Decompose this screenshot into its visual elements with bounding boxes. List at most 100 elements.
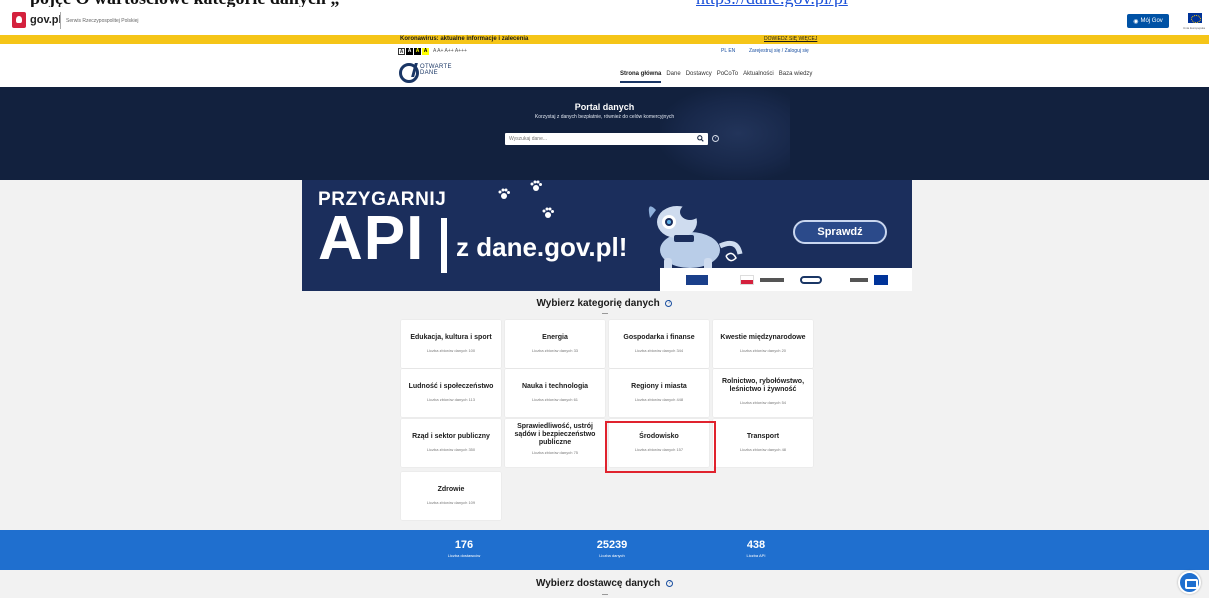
contrast-black-white-button[interactable]: A (406, 48, 413, 55)
page: pojęć Ó wartościowe kategorie danych „ h… (0, 0, 1209, 598)
category-count: Liczba zbiorów danych 75 (531, 450, 579, 455)
divider (60, 12, 61, 29)
stat-value: 438 (746, 539, 766, 551)
category-name: Gospodarka i finanse (623, 334, 695, 341)
otwarte-dane-logo[interactable]: OTWARTE DANE (399, 63, 452, 83)
category-count: Liczba zbiorów danych 109 (426, 500, 476, 505)
alert-bar: Koronawirus: aktualne informacje i zalec… (0, 35, 1209, 44)
category-tile[interactable]: Regiony i miasta Liczba zbiorów danych 4… (609, 369, 709, 417)
categories-heading-text: Wybierz kategorię danych (536, 298, 660, 309)
contrast-black-yellow-button[interactable]: A (414, 48, 421, 55)
category-tile[interactable]: Edukacja, kultura i sport Liczba zbiorów… (401, 320, 501, 368)
heading-underline (602, 594, 608, 595)
category-tile[interactable]: Rolnictwo, rybołówstwo, leśnictwo i żywn… (713, 369, 813, 417)
search-box (505, 133, 708, 145)
nav-home[interactable]: Strona główna (620, 71, 662, 83)
portal-header: A A A A A A+ A++ A+++ PL EN Zarejestruj … (0, 44, 1209, 87)
alert-text: Koronawirus: aktualne informacje i zalec… (400, 36, 529, 42)
banner-divider (441, 218, 447, 273)
eu-caption: Unia Europejska (1183, 26, 1206, 30)
font-size-controls[interactable]: A A+ A++ A+++ (433, 48, 467, 54)
category-tile[interactable]: Gospodarka i finanse Liczba zbiorów dany… (609, 320, 709, 368)
hero-subtitle: Korzystaj z danych bezpłatnie, również d… (534, 114, 675, 120)
main-nav: Strona główna Dane Dostawcy PoCoTo Aktua… (620, 71, 813, 83)
gov-logo-text: gov.pl (30, 14, 62, 26)
alert-link[interactable]: DOWIEDZ SIĘ WIĘCEJ (764, 36, 817, 42)
category-tile[interactable]: Nauka i technologia Liczba zbiorów danyc… (505, 369, 605, 417)
category-name: Edukacja, kultura i sport (410, 334, 492, 341)
banner-domain: z dane.gov.pl! (456, 232, 628, 262)
category-name: Kwestie międzynarodowe (720, 334, 806, 341)
category-count: Liczba zbiorów danych 48 (739, 447, 787, 452)
banner-cta-button[interactable]: Sprawdź (793, 220, 887, 244)
category-count: Liczba zbiorów danych 448 (634, 397, 684, 402)
nav-data[interactable]: Dane (666, 71, 680, 77)
category-count: Liczba zbiorów danych 61 (531, 397, 579, 402)
chatbot-icon[interactable] (1178, 571, 1201, 594)
paw-icon (542, 207, 554, 218)
register-link[interactable]: Zarejestruj się (749, 48, 780, 54)
category-name: Energia (542, 334, 568, 341)
category-tile[interactable]: Środowisko Liczba zbiorów danych 157 (609, 419, 709, 467)
search-help-icon[interactable]: ? (712, 135, 719, 142)
banner-api-text: API (318, 204, 425, 273)
stat-label: Liczba danych (599, 553, 625, 558)
category-tile[interactable]: Transport Liczba zbiorów danych 48 (713, 419, 813, 467)
providers-heading: Wybierz dostawcę danych ? (0, 578, 1209, 589)
category-tile[interactable]: Rząd i sektor publiczny Liczba zbiorów d… (401, 419, 501, 467)
providers-heading-text: Wybierz dostawcę danych (535, 578, 661, 589)
category-name: Ludność i społeczeństwo (408, 383, 494, 390)
eu-funds-logo (686, 275, 708, 285)
contrast-yellow-black-button[interactable]: A (422, 48, 429, 55)
paw-icon (530, 180, 542, 191)
eu-flag-small-logo (874, 275, 888, 285)
logo-line2: DANE (420, 70, 438, 76)
nav-news[interactable]: Aktualności (743, 71, 774, 77)
categories-heading: Wybierz kategorię danych ? (0, 298, 1209, 309)
gov-service-text: Serwis Rzeczypospolitej Polskiej (66, 18, 139, 24)
category-count: Liczba zbiorów danych 113 (427, 397, 475, 402)
category-tile[interactable]: Sprawiedliwość, ustrój sądów i bezpiecze… (505, 419, 605, 467)
categories-help-icon[interactable]: ? (665, 299, 673, 307)
nav-providers[interactable]: Dostawcy (686, 71, 712, 77)
category-tile[interactable]: Kwestie międzynarodowe Liczba zbiorów da… (713, 320, 813, 368)
auth-links: Zarejestruj się / Zaloguj się (749, 48, 809, 54)
mojgov-label: Mój Gov (1140, 18, 1163, 24)
dog-mascot-illustration (648, 204, 743, 272)
stat-providers[interactable]: 176 Liczba dostawców (414, 539, 514, 558)
nav-knowledge-base[interactable]: Baza wiedzy (779, 71, 813, 77)
category-tile[interactable]: Ludność i społeczeństwo Liczba zbiorów d… (401, 369, 501, 417)
gov-logo[interactable]: gov.pl (12, 12, 62, 28)
api-promo-banner[interactable]: PRZYGARNIJ API z dane.gov.pl! Sprawdź (302, 180, 912, 291)
language-switch[interactable]: PL EN (721, 48, 735, 54)
stat-api[interactable]: 438 Liczba API (706, 539, 806, 558)
category-count: Liczba zbiorów danych 54 (739, 400, 787, 405)
login-link[interactable]: Zaloguj się (785, 48, 809, 54)
stat-datasets[interactable]: 25239 Liczba danych (562, 539, 662, 558)
category-tile[interactable]: Energia Liczba zbiorów danych 33 (505, 320, 605, 368)
search-input[interactable] (509, 135, 689, 143)
search-icon[interactable] (697, 135, 704, 142)
category-name: Środowisko (639, 433, 679, 440)
heading-underline (602, 313, 608, 314)
category-name: Regiony i miasta (631, 383, 687, 390)
stat-value: 176 (454, 539, 474, 551)
providers-help-icon[interactable]: ? (666, 579, 674, 587)
category-tile[interactable]: Zdrowie Liczba zbiorów danych 109 (401, 472, 501, 520)
category-name: Rolnictwo, rybołówstwo, leśnictwo i żywn… (721, 378, 805, 393)
gov-top-bar: gov.pl Serwis Rzeczypospolitej Polskiej … (0, 7, 1209, 35)
nav-pocoto[interactable]: PoCoTo (717, 71, 738, 77)
stat-label: Liczba API (746, 553, 766, 558)
category-count: Liczba zbiorów danych 344 (634, 348, 684, 353)
mojgov-button[interactable]: ◉ Mój Gov (1127, 14, 1169, 28)
contrast-default-button[interactable]: A (398, 48, 405, 55)
paw-icon (498, 188, 510, 199)
category-count: Liczba zbiorów danych 157 (634, 447, 684, 452)
eagle-icon (12, 12, 26, 28)
poland-flag-logo (740, 275, 754, 285)
category-name: Rząd i sektor publiczny (412, 433, 490, 440)
category-count: Liczba zbiorów danych 350 (426, 447, 476, 452)
category-name: Sprawiedliwość, ustrój sądów i bezpiecze… (514, 423, 596, 446)
category-name: Transport (746, 433, 780, 440)
hero-section: Portal danych Korzystaj z danych bezpłat… (0, 87, 1209, 180)
